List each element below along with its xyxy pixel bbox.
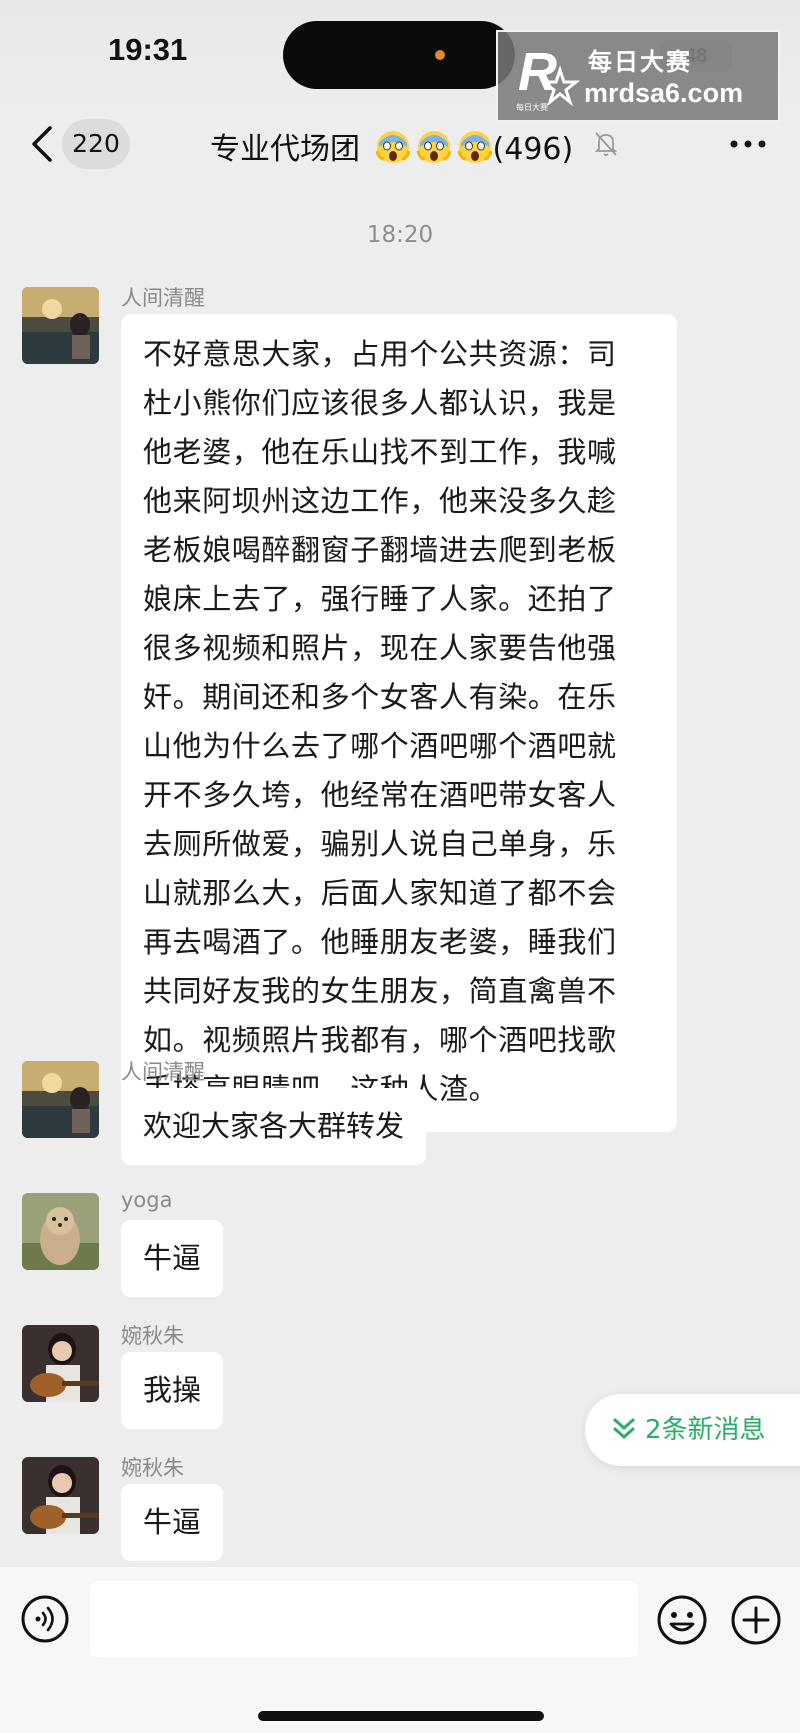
sender-name: 婉秋朱 bbox=[121, 1324, 184, 1348]
message-line: 去厕所做爱，骗别人说自己单身，乐 bbox=[143, 827, 617, 861]
input-bar bbox=[0, 1567, 800, 1733]
avatar[interactable] bbox=[22, 287, 99, 364]
message-line: 山就那么大，后面人家知道了都不会 bbox=[143, 876, 617, 910]
message-line: 再去喝酒了。他睡朋友老婆，睡我们 bbox=[143, 925, 617, 959]
message-line: 开不多久垮，他经常在酒吧带女客人 bbox=[143, 778, 617, 812]
sender-name: 人间清醒 bbox=[121, 286, 205, 310]
scream-emoji-icon bbox=[375, 131, 411, 163]
status-time: 19:31 bbox=[108, 32, 188, 67]
camera-indicator-icon bbox=[435, 50, 445, 60]
svg-text:R: R bbox=[518, 42, 557, 102]
mute-bell-icon bbox=[594, 130, 618, 158]
message-line: 他老婆，他在乐山找不到工作，我喊 bbox=[143, 435, 617, 469]
double-chevron-down-icon bbox=[613, 1418, 635, 1439]
scream-emoji-icon bbox=[457, 131, 493, 163]
message-line: 杜小熊你们应该很多人都认识，我是 bbox=[143, 386, 617, 420]
message-bubble[interactable]: 牛逼 bbox=[121, 1220, 224, 1297]
avatar[interactable] bbox=[22, 1457, 99, 1534]
message-line: 娘床上去了，强行睡了人家。还拍了 bbox=[143, 582, 617, 616]
message-bubble[interactable]: 牛逼 bbox=[121, 1484, 224, 1561]
avatar[interactable] bbox=[22, 1325, 99, 1402]
message-line: 如。视频照片我都有，哪个酒吧找歌 bbox=[143, 1023, 617, 1057]
message-bubble[interactable]: 不好意思大家，占用个公共资源：司 杜小熊你们应该很多人都认识，我是 他老婆，他在乐山… bbox=[121, 314, 677, 1132]
message-line: 他来阿坝州这边工作，他来没多久趁 bbox=[143, 484, 617, 518]
home-indicator bbox=[258, 1711, 544, 1721]
member-count: (496) bbox=[492, 132, 574, 167]
sender-name: 婉秋朱 bbox=[121, 1456, 184, 1480]
chat-header: 220 专业代场团 (496) bbox=[0, 110, 800, 182]
plus-icon[interactable] bbox=[730, 1594, 782, 1646]
chat-title[interactable]: 专业代场团 (496) bbox=[210, 124, 573, 168]
message-line: 山他为什么去了哪个酒吧哪个酒吧就 bbox=[143, 729, 617, 763]
watermark: R 每日大赛 mrdsa6.com 每日大赛 bbox=[496, 30, 780, 122]
message-line: 很多视频和照片，现在人家要告他强 bbox=[143, 631, 617, 665]
watermark-url: mrdsa6.com bbox=[584, 78, 744, 108]
message-timestamp: 18:20 bbox=[366, 222, 434, 248]
scream-emoji-icon bbox=[416, 131, 452, 163]
message-line: 奸。期间还和多个女客人有染。在乐 bbox=[143, 680, 617, 714]
message-line: 共同好友我的女生朋友，简直禽兽不 bbox=[143, 974, 617, 1008]
new-messages-label: 2条新消息 bbox=[645, 1415, 766, 1445]
voice-icon[interactable] bbox=[20, 1594, 70, 1644]
emoji-icon[interactable] bbox=[656, 1594, 708, 1646]
dynamic-island bbox=[283, 21, 515, 89]
watermark-title: 每日大赛 bbox=[588, 48, 692, 76]
message-input[interactable] bbox=[90, 1581, 638, 1657]
chat-title-text: 专业代场团 bbox=[210, 132, 360, 167]
message-bubble[interactable]: 我操 bbox=[121, 1352, 224, 1429]
message-bubble[interactable]: 欢迎大家各大群转发 bbox=[121, 1088, 427, 1165]
back-chevron-icon[interactable] bbox=[24, 122, 64, 166]
new-messages-button[interactable]: 2条新消息 bbox=[585, 1394, 800, 1466]
message-line: 老板娘喝醉翻窗子翻墙进去爬到老板 bbox=[143, 533, 617, 567]
avatar[interactable] bbox=[22, 1061, 99, 1138]
sender-name: 人间清醒 bbox=[121, 1060, 205, 1084]
watermark-logo-icon: R bbox=[516, 40, 582, 110]
unread-count-badge[interactable]: 220 bbox=[62, 119, 130, 169]
sender-name: yoga bbox=[121, 1188, 173, 1212]
message-line: 不好意思大家，占用个公共资源：司 bbox=[143, 337, 617, 371]
avatar[interactable] bbox=[22, 1193, 99, 1270]
more-dots-icon[interactable] bbox=[728, 136, 768, 152]
